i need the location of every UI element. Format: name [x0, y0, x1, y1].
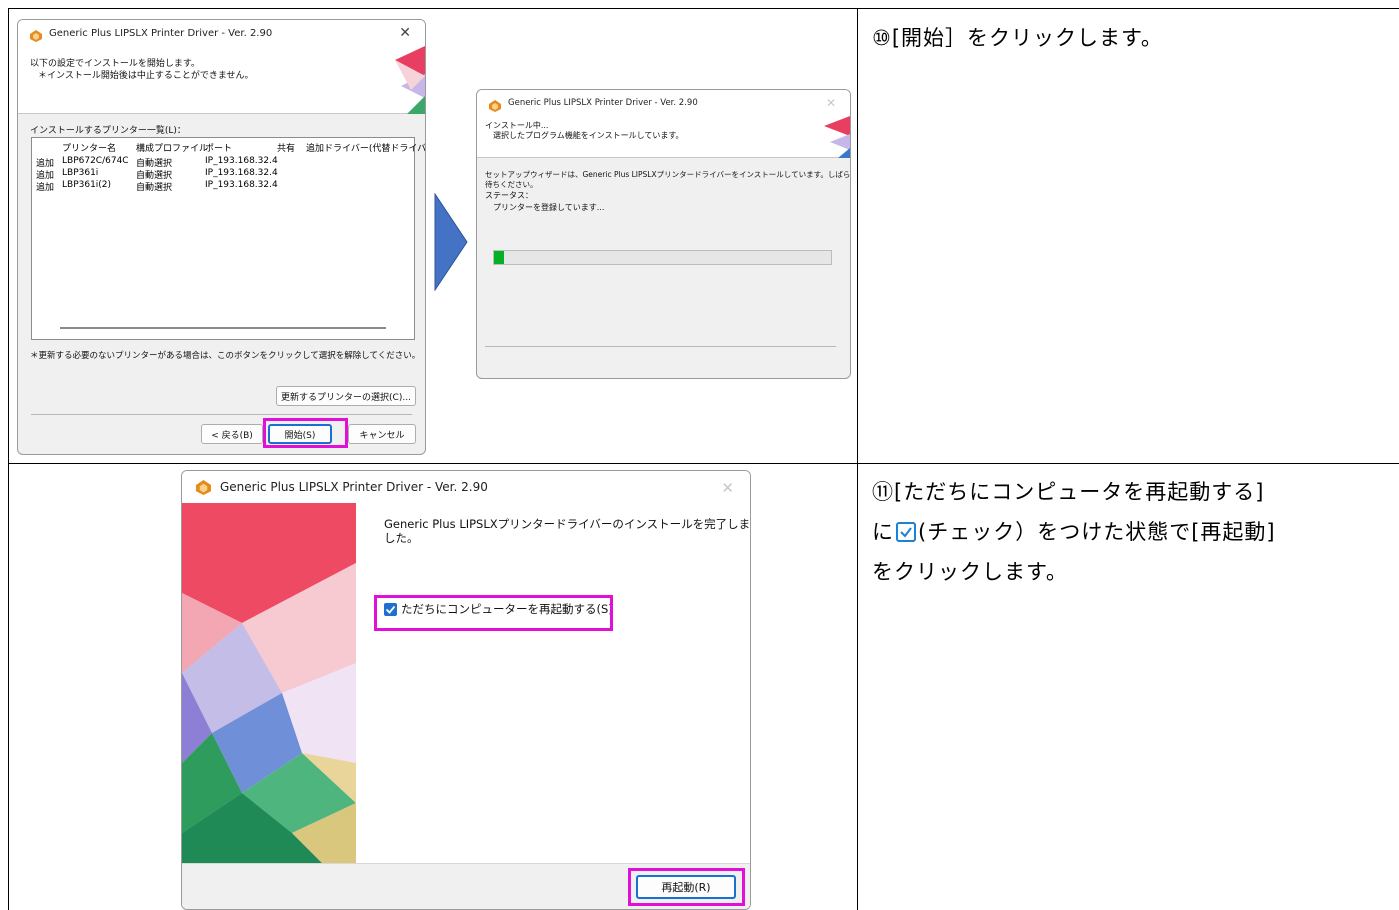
- step11-instruction: ⑪[ただちにコンピュータを再起動する] に (チェック）をつけた状態で[再起動] …: [872, 472, 1276, 592]
- row-profile: 自動選択: [136, 183, 173, 193]
- welcome-graphic: [182, 503, 356, 863]
- printer-list[interactable]: プリンター名 構成プロファイル ポート 共有 追加ドライバー(代替ドライバ 追加…: [31, 137, 425, 340]
- status-label: ステータス：: [485, 191, 533, 200]
- message-line2: した。: [384, 531, 419, 545]
- next-step-arrow: [434, 193, 468, 291]
- footer-separator: [31, 414, 412, 415]
- close-icon[interactable]: ✕: [399, 25, 411, 41]
- install-complete-window: Generic Plus LIPSLX Printer Driver - Ver…: [181, 470, 751, 910]
- step10-text: [開始］をクリックします。: [891, 26, 1163, 50]
- row-name: LBP672C/674C: [62, 156, 129, 166]
- table-column-divider: [857, 8, 858, 910]
- install-settings-window: Generic Plus LIPSLX Printer Driver - Ver…: [17, 19, 426, 455]
- table-top-border: [8, 8, 1399, 9]
- checkbox-checked-icon: [896, 522, 916, 542]
- row-name: LBP361i(2): [62, 180, 112, 190]
- status-value: プリンターを登録しています...: [493, 203, 605, 212]
- restart-button-highlight: [628, 868, 745, 906]
- install-progress-bar: [493, 250, 832, 265]
- window-title: Generic Plus LIPSLX Printer Driver - Ver…: [49, 27, 273, 39]
- back-button[interactable]: < 戻る(B): [201, 424, 263, 444]
- step10-instruction: ⑩[開始］をクリックします。: [872, 18, 1163, 58]
- col-profile[interactable]: 構成プロファイル: [136, 141, 208, 154]
- completion-message: Generic Plus LIPSLXプリンタードライバーのインストールを完了し…: [384, 517, 750, 545]
- installing-window: Generic Plus LIPSLX Printer Driver - Ver…: [476, 89, 851, 379]
- col-printer-name[interactable]: プリンター名: [62, 141, 116, 154]
- app-icon: [196, 479, 211, 495]
- step11-line2-pre: に: [872, 520, 894, 544]
- checkbox-highlight: [374, 595, 613, 631]
- list-row[interactable]: 追加 LBP672C/674C 自動選択 IP_193.168.32.4: [32, 156, 414, 169]
- step11-line1: [ただちにコンピュータを再起動する]: [894, 480, 1265, 504]
- app-icon: [489, 97, 501, 112]
- col-shared[interactable]: 共有: [277, 141, 295, 154]
- header-band: 以下の設定でインストールを開始します。 ＊インストール開始後は中止することができ…: [18, 46, 425, 114]
- title-bar: Generic Plus LIPSLX Printer Driver - Ver…: [477, 90, 850, 116]
- title-bar: Generic Plus LIPSLX Printer Driver - Ver…: [182, 471, 750, 503]
- row-port: IP_193.168.32.4: [205, 168, 278, 178]
- app-icon: [30, 27, 42, 42]
- header-line2: 選択したプログラム機能をインストールしています。: [493, 131, 684, 140]
- header-band: インストール中... 選択したプログラム機能をインストールしています。: [477, 116, 850, 158]
- table-left-border: [8, 8, 9, 910]
- progress-fill: [494, 251, 505, 264]
- printer-list-label: インストールするプリンター一覧(L)：: [30, 126, 186, 136]
- close-icon: ✕: [721, 479, 734, 497]
- title-bar: Generic Plus LIPSLX Printer Driver - Ver…: [18, 20, 425, 46]
- body-line1: セットアップウィザードは、Generic Plus LIPSLXプリンタードライ…: [485, 170, 851, 179]
- footer-separator: [485, 346, 836, 347]
- close-icon: ✕: [825, 96, 836, 110]
- header-graphic: [395, 46, 425, 114]
- header-graphic: [824, 116, 850, 158]
- row-name: LBP361i: [62, 168, 99, 178]
- row-action: 追加: [36, 183, 55, 193]
- col-extra-driver[interactable]: 追加ドライバー(代替ドライバ: [306, 141, 425, 154]
- header-line2: ＊インストール開始後は中止することができません。: [38, 71, 254, 81]
- window-title: Generic Plus LIPSLX Printer Driver - Ver…: [220, 480, 488, 494]
- row-port: IP_193.168.32.4: [205, 156, 278, 166]
- col-port[interactable]: ポート: [205, 141, 232, 154]
- window-title: Generic Plus LIPSLX Printer Driver - Ver…: [508, 98, 698, 108]
- row-port: IP_193.168.32.4: [205, 180, 278, 190]
- step10-number: ⑩: [872, 26, 892, 50]
- horizontal-scrollbar[interactable]: [60, 327, 386, 329]
- deselect-note: ＊更新する必要のないプリンターがある場合は、このボタンをクリックして選択を解除し…: [30, 351, 421, 361]
- message-line1: Generic Plus LIPSLXプリンタードライバーのインストールを完了し…: [384, 517, 751, 531]
- step11-number: ⑪: [872, 480, 894, 504]
- body-line2: 待ちください。: [485, 180, 538, 189]
- list-header: プリンター名 構成プロファイル ポート 共有 追加ドライバー(代替ドライバ: [32, 141, 425, 154]
- select-printers-button[interactable]: 更新するプリンターの選択(C)...: [276, 386, 416, 406]
- step11-line2-post: (チェック）をつけた状態で[再起動]: [918, 520, 1276, 544]
- table-row-divider: [8, 463, 1399, 464]
- step11-line3: をクリックします。: [872, 560, 1068, 584]
- list-row[interactable]: 追加 LBP361i(2) 自動選択 IP_193.168.32.4: [32, 180, 414, 193]
- list-row[interactable]: 追加 LBP361i 自動選択 IP_193.168.32.4: [32, 168, 414, 181]
- start-button-highlight: [263, 418, 348, 448]
- cancel-button[interactable]: キャンセル: [348, 424, 416, 444]
